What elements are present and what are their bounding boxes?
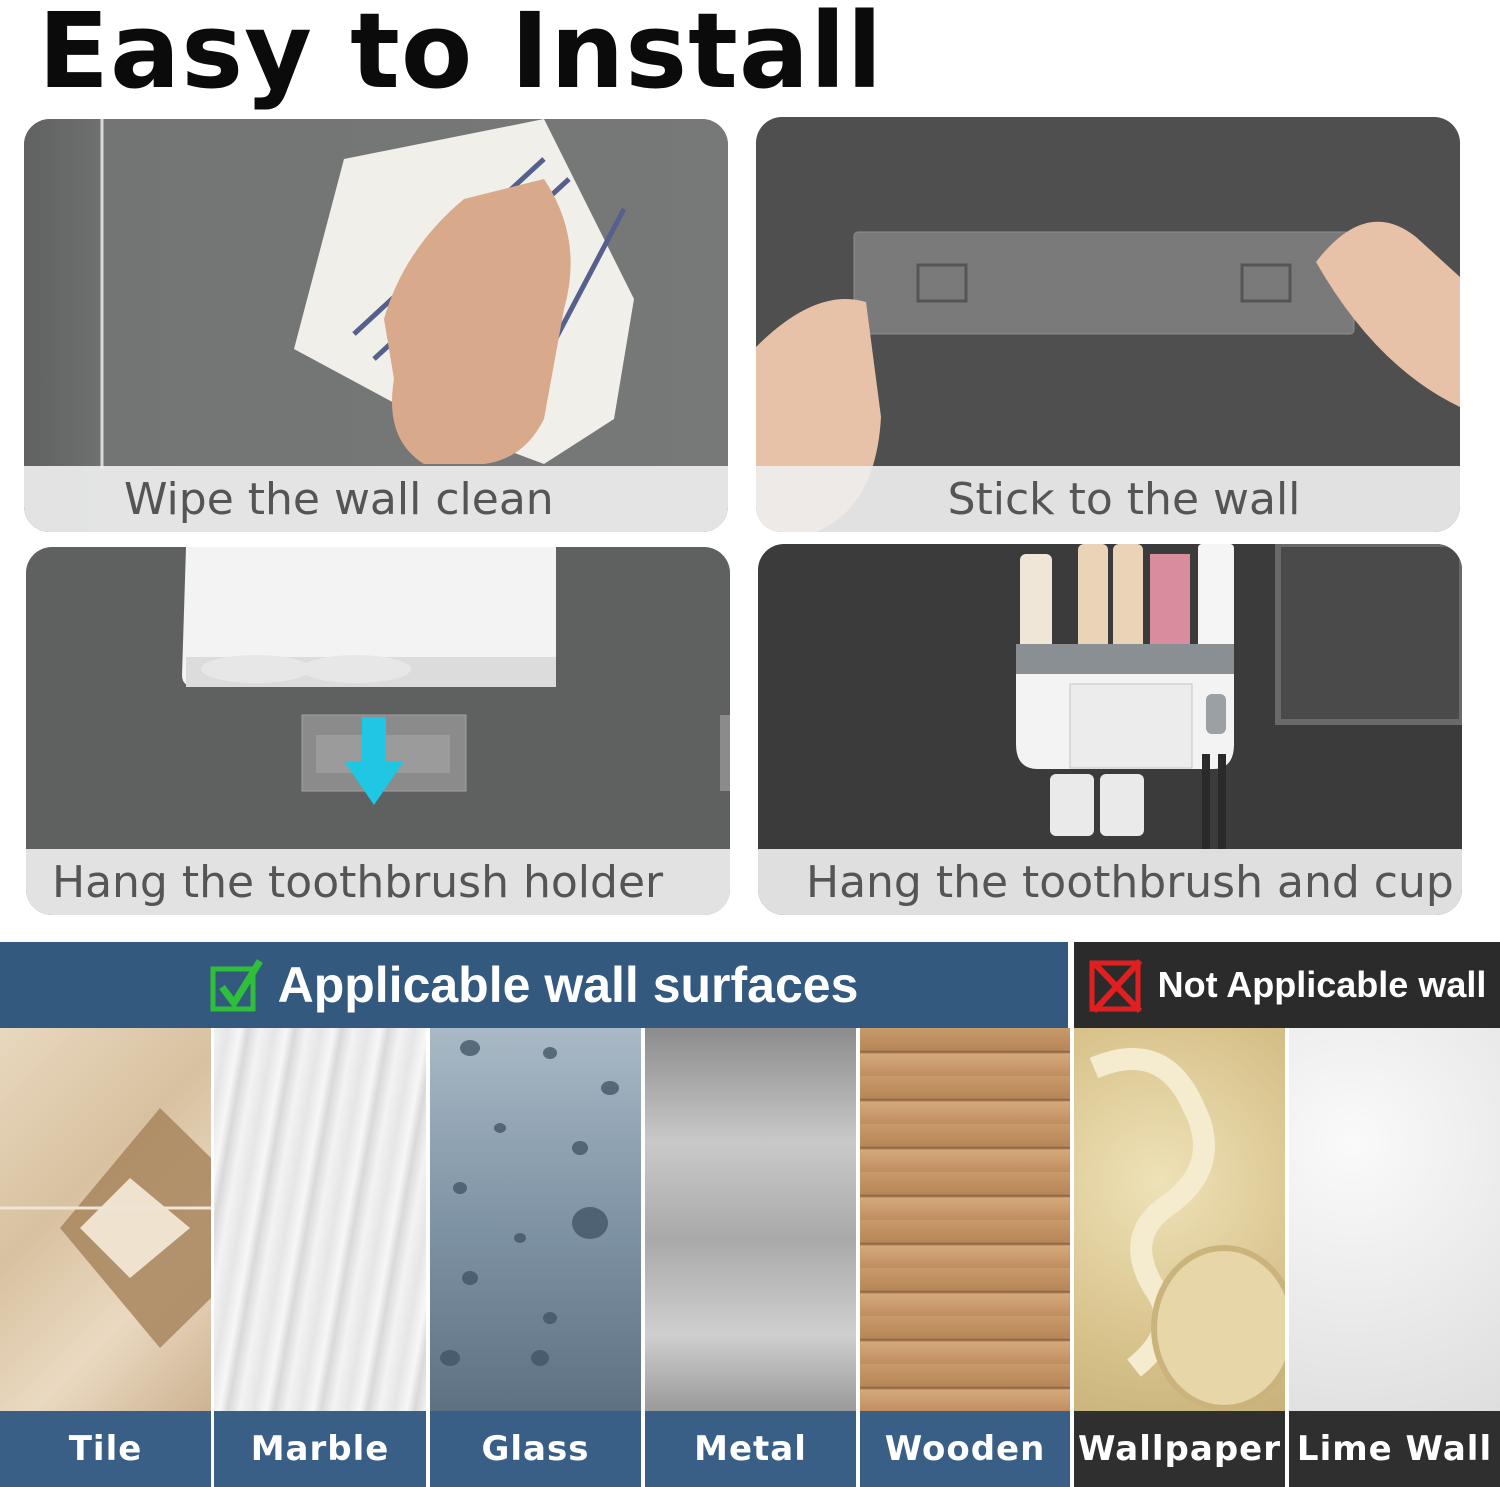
step-hang-holder: Hang the toothbrush holder [26,547,730,915]
page-title: Easy to Install [38,0,884,112]
not-applicable-label: Not Applicable wall [1157,964,1487,1005]
step-hang-toothbrush: Hang the toothbrush and cup [758,544,1462,915]
surface-glass: Glass [430,1028,641,1487]
surface-name: Tile [0,1411,211,1487]
surface-name: Marble [214,1411,426,1487]
surface-tile: Tile [0,1028,211,1487]
surface-name: Metal [645,1411,856,1487]
x-mark-icon [1089,958,1142,1013]
surface-metal: Metal [645,1028,856,1487]
metal-texture [645,1028,856,1411]
wooden-texture [860,1028,1070,1411]
wallpaper-texture [1074,1028,1285,1411]
caption-text: Wipe the wall clean [124,473,554,525]
surface-wallpaper: Wallpaper [1074,1028,1285,1487]
checkmark-icon [210,959,263,1012]
surface-wooden: Wooden [860,1028,1070,1487]
applicable-header: Applicable wall surfaces [0,942,1068,1028]
caption-text: Hang the toothbrush holder [52,856,664,908]
caption-text: Hang the toothbrush and cup [806,856,1454,908]
surface-name: Glass [430,1411,641,1487]
not-applicable-header: Not Applicable wall [1074,942,1500,1028]
surface-marble: Marble [214,1028,426,1487]
marble-texture [214,1028,426,1411]
glass-texture [430,1028,641,1411]
surface-name: Wooden [860,1411,1070,1487]
surface-name: Lime Wall [1289,1411,1500,1487]
step-stick-wall: Stick to the wall [756,117,1460,532]
step-caption: Hang the toothbrush and cup [758,849,1462,915]
surface-lime-wall: Lime Wall [1289,1028,1500,1487]
lime-wall-texture [1289,1028,1500,1411]
caption-text: Stick to the wall [947,473,1301,525]
step-caption: Hang the toothbrush holder [26,849,730,915]
applicable-label: Applicable wall surfaces [277,957,859,1013]
tile-texture [0,1028,211,1411]
step-caption: Stick to the wall [756,466,1460,532]
step-wipe-wall: Wipe the wall clean [24,119,728,532]
step-caption: Wipe the wall clean [24,466,728,532]
surface-name: Wallpaper [1074,1411,1285,1487]
